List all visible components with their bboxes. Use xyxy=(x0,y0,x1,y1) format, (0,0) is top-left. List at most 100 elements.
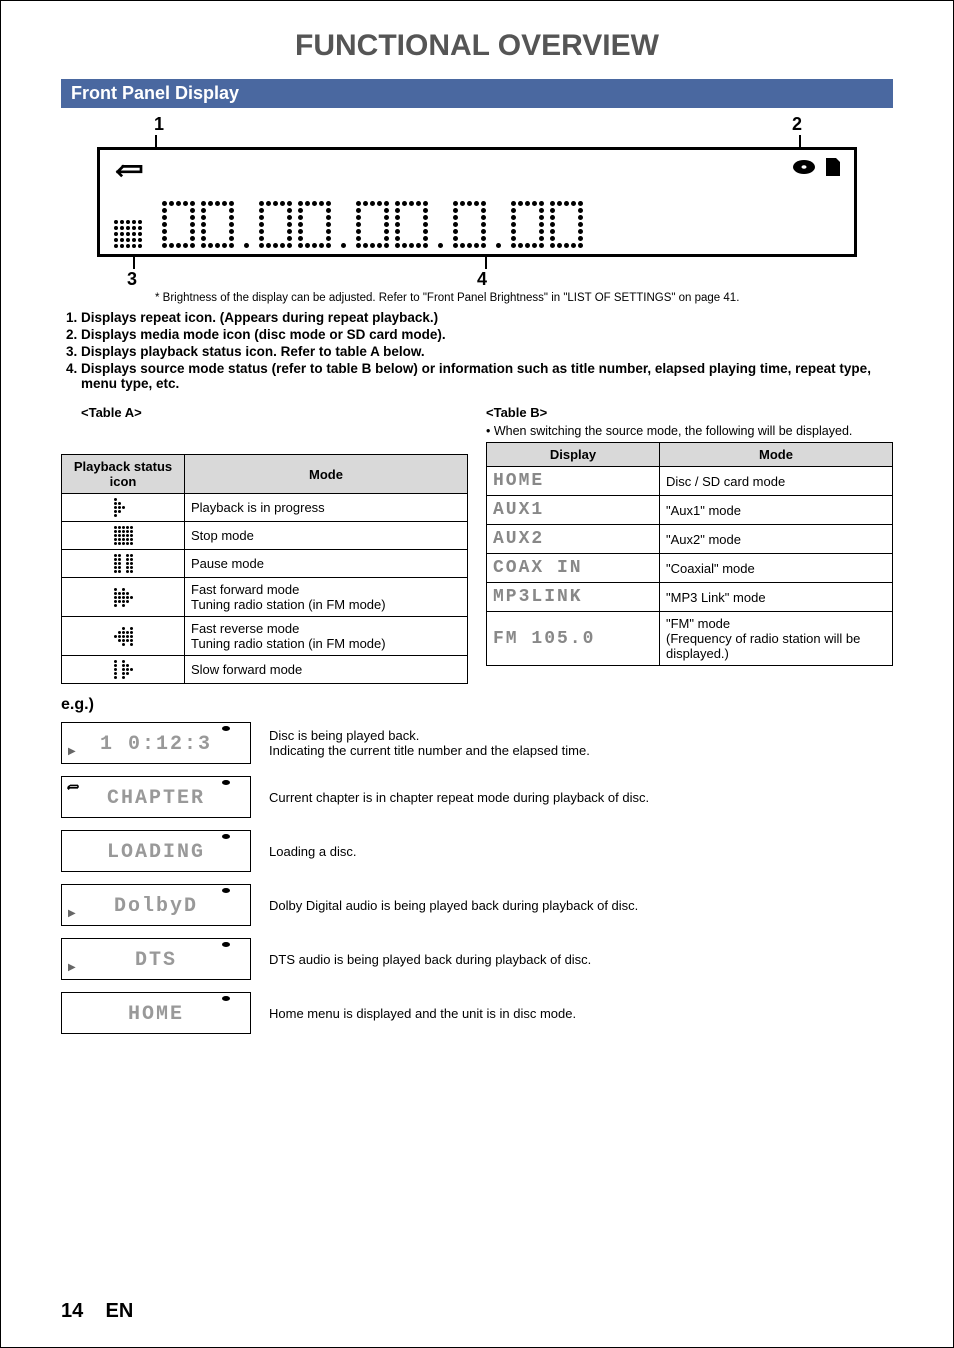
callout-3: 3 xyxy=(127,269,137,290)
table-row: Fast reverse mode Tuning radio station (… xyxy=(62,617,468,656)
icon-cell xyxy=(62,494,185,522)
front-panel-diagram: 1 2 xyxy=(61,114,893,310)
example-display-text: DTS xyxy=(68,949,244,972)
playback-status-icon xyxy=(114,498,133,517)
table-row: Pause mode xyxy=(62,550,468,578)
table-row: AUX1"Aux1" mode xyxy=(487,496,893,525)
display-panel: /* placeholder drawn below via duplicate… xyxy=(97,147,857,257)
page-lang: EN xyxy=(105,1300,133,1322)
disc-icon xyxy=(222,996,230,1001)
example-description: Disc is being played back. Indicating th… xyxy=(269,728,590,758)
table-row: COAX IN"Coaxial" mode xyxy=(487,554,893,583)
desc-item: Displays playback status icon. Refer to … xyxy=(81,344,893,359)
table-b-note: • When switching the source mode, the fo… xyxy=(486,424,893,438)
decimal-point xyxy=(341,243,346,248)
example-description: DTS audio is being played back during pl… xyxy=(269,952,591,967)
digit-group xyxy=(162,195,234,248)
mode-cell: Fast reverse mode Tuning radio station (… xyxy=(185,617,468,656)
playback-status-icon xyxy=(114,220,152,248)
example-display: ▶1 0:12:3 xyxy=(61,722,251,764)
example-display: LOADING xyxy=(61,830,251,872)
decimal-point xyxy=(244,243,249,248)
tick-line xyxy=(155,135,157,147)
table-row: Fast forward mode Tuning radio station (… xyxy=(62,578,468,617)
display-cell: HOME xyxy=(487,467,660,496)
repeat-icon xyxy=(114,160,150,180)
tick-line xyxy=(485,257,487,269)
example-row: ▶1 0:12:3 Disc is being played back. Indi… xyxy=(61,722,893,764)
digit-group xyxy=(259,195,331,248)
table-a-head-icon: Playback status icon xyxy=(62,455,185,494)
icon-cell xyxy=(62,656,185,684)
table-a-head-mode: Mode xyxy=(185,455,468,494)
mode-cell: Slow forward mode xyxy=(185,656,468,684)
playback-status-icon xyxy=(114,588,133,607)
disc-icon xyxy=(222,726,230,731)
table-row: Slow forward mode xyxy=(62,656,468,684)
play-icon: ▶ xyxy=(68,908,76,919)
examples-heading: e.g.) xyxy=(61,696,893,714)
decimal-point xyxy=(438,243,443,248)
table-b-label: <Table B> xyxy=(486,405,893,420)
mode-cell: "MP3 Link" mode xyxy=(660,583,893,612)
table-row: FM 105.0"FM" mode (Frequency of radio st… xyxy=(487,612,893,666)
mode-cell: "FM" mode (Frequency of radio station wi… xyxy=(660,612,893,666)
icon-cell xyxy=(62,617,185,656)
decimal-point xyxy=(496,243,501,248)
mode-cell: Stop mode xyxy=(185,522,468,550)
callout-4: 4 xyxy=(477,269,487,290)
table-row: HOMEDisc / SD card mode xyxy=(487,467,893,496)
example-display-text: CHAPTER xyxy=(68,787,244,810)
digit-group xyxy=(511,195,583,248)
table-row: MP3LINK"MP3 Link" mode xyxy=(487,583,893,612)
example-description: Dolby Digital audio is being played back… xyxy=(269,898,638,913)
example-display-text: HOME xyxy=(68,1003,244,1026)
mode-cell: "Aux1" mode xyxy=(660,496,893,525)
icon-cell xyxy=(62,578,185,617)
callout-2: 2 xyxy=(787,114,807,135)
play-icon: ▶ xyxy=(68,746,76,757)
digit xyxy=(453,195,486,248)
example-display-text: 1 0:12:3 xyxy=(68,733,244,756)
display-cell: MP3LINK xyxy=(487,583,660,612)
display-cell: AUX2 xyxy=(487,525,660,554)
mode-cell: "Coaxial" mode xyxy=(660,554,893,583)
playback-status-icon xyxy=(114,660,133,679)
table-b-head-display: Display xyxy=(487,443,660,467)
example-display: HOME xyxy=(61,992,251,1034)
example-row: CHAPTERCurrent chapter is in chapter rep… xyxy=(61,776,893,818)
disc-icon xyxy=(222,834,230,839)
example-display: CHAPTER xyxy=(61,776,251,818)
example-row: ▶DTS DTS audio is being played back durin… xyxy=(61,938,893,980)
mode-cell: Playback is in progress xyxy=(185,494,468,522)
playback-status-icon xyxy=(114,526,133,545)
table-row: Playback is in progress xyxy=(62,494,468,522)
tick-line xyxy=(799,135,801,147)
example-row: LOADING Loading a disc. xyxy=(61,830,893,872)
desc-item: Displays repeat icon. (Appears during re… xyxy=(81,310,893,325)
example-display: ▶DTS xyxy=(61,938,251,980)
disc-icon xyxy=(222,780,230,785)
page-number: 14 xyxy=(61,1300,83,1322)
page-title: FUNCTIONAL OVERVIEW xyxy=(61,29,893,63)
table-row: Stop mode xyxy=(62,522,468,550)
sd-card-icon xyxy=(824,158,840,176)
table-a: Playback status icon Mode Playback is in… xyxy=(61,454,468,684)
description-list: Displays repeat icon. (Appears during re… xyxy=(61,310,893,391)
mode-cell: Pause mode xyxy=(185,550,468,578)
example-display-text: LOADING xyxy=(68,841,244,864)
mode-cell: Disc / SD card mode xyxy=(660,467,893,496)
disc-icon xyxy=(222,888,230,893)
play-icon: ▶ xyxy=(68,962,76,973)
example-description: Loading a disc. xyxy=(269,844,356,859)
example-description: Home menu is displayed and the unit is i… xyxy=(269,1006,576,1021)
table-b: Display Mode HOMEDisc / SD card modeAUX1… xyxy=(486,442,893,666)
display-cell: AUX1 xyxy=(487,496,660,525)
playback-status-icon xyxy=(114,554,133,573)
tick-line xyxy=(133,257,135,269)
brightness-note: * Brightness of the display can be adjus… xyxy=(155,292,857,304)
example-display-text: DolbyD xyxy=(68,895,244,918)
mode-cell: "Aux2" mode xyxy=(660,525,893,554)
repeat-icon xyxy=(66,779,82,795)
page-footer: 14 EN xyxy=(61,1300,133,1323)
